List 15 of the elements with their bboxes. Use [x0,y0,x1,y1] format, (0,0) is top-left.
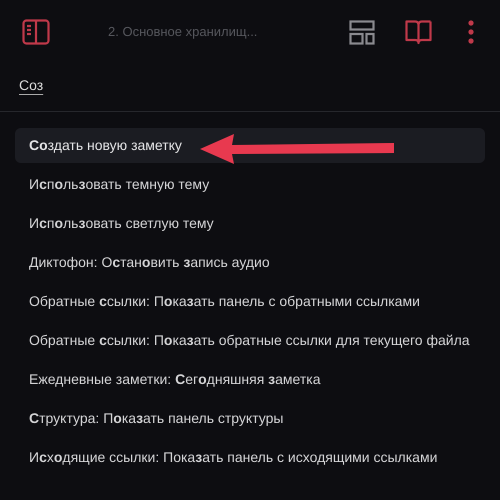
command-item[interactable]: Структура: Показать панель структуры [15,401,485,436]
command-item[interactable]: Обратные ссылки: Показать обратные ссылки для текущего файла [15,323,485,358]
command-item[interactable]: Использовать темную тему [15,167,485,202]
command-item[interactable]: Использовать светлую тему [15,206,485,241]
arrow-icon [200,134,394,164]
command-item[interactable]: Обратные ссылки: Показать панель с обратными ссылками [15,284,485,319]
search-field[interactable]: Соз [19,75,479,96]
layout-icon[interactable] [349,20,375,44]
sidebar-toggle-icon[interactable] [22,19,50,45]
more-options-icon[interactable] [468,20,474,44]
book-icon[interactable] [405,19,432,45]
command-item[interactable]: Ежедневные заметки: Сегодняшняя заметка [15,362,485,397]
command-item[interactable]: Диктофон: Остановить запись аудио [15,245,485,280]
command-item[interactable]: Исходящие ссылки: Показать панель с исходящими ссылками [15,440,485,475]
note-title: 2. Основное хранилищ... [108,23,258,42]
